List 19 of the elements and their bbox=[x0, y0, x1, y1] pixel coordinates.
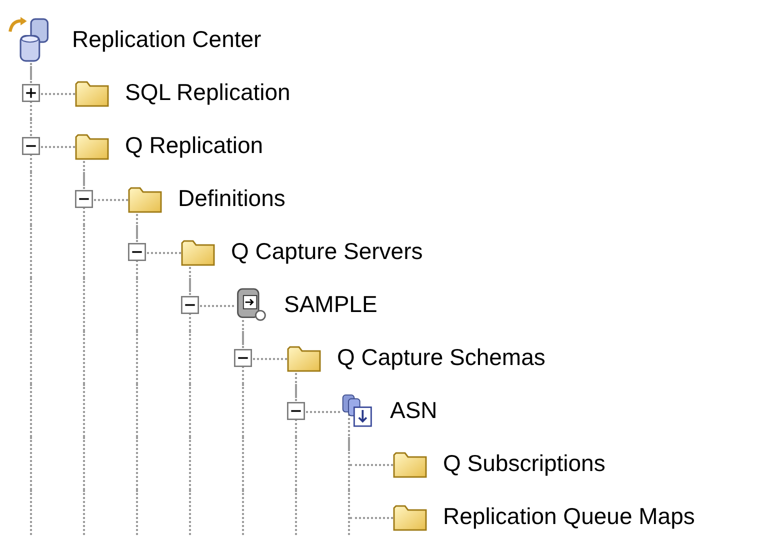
expand-toggle[interactable] bbox=[287, 402, 305, 420]
tree-item-label[interactable]: SQL Replication bbox=[125, 79, 290, 106]
expand-toggle[interactable] bbox=[22, 84, 40, 102]
tree-item-label[interactable]: ASN bbox=[390, 397, 438, 424]
tree-item-label[interactable]: Replication Queue Maps bbox=[443, 503, 695, 530]
tree-item-label[interactable]: Replication Center bbox=[72, 26, 262, 53]
tree-item-label[interactable]: Q Capture Schemas bbox=[337, 344, 546, 371]
expand-toggle[interactable] bbox=[22, 136, 40, 154]
tree-item-label[interactable]: SAMPLE bbox=[284, 291, 378, 318]
expand-toggle[interactable] bbox=[75, 190, 93, 208]
expand-toggle[interactable] bbox=[181, 296, 199, 314]
tree-item-label[interactable]: Definitions bbox=[178, 185, 286, 212]
expand-toggle[interactable] bbox=[234, 348, 252, 366]
tree-item-label[interactable]: Q Replication bbox=[125, 132, 264, 159]
expand-toggle[interactable] bbox=[128, 242, 146, 260]
server-icon bbox=[234, 288, 268, 322]
tree-item-label[interactable]: Q Capture Servers bbox=[231, 238, 423, 265]
tree-item-label[interactable]: Q Subscriptions bbox=[443, 450, 606, 477]
schema-icon bbox=[340, 394, 374, 428]
